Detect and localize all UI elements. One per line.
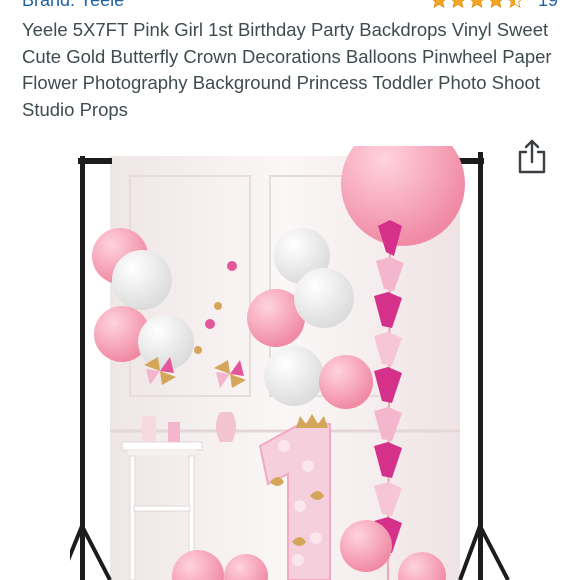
backdrop-photo xyxy=(70,146,510,580)
product-title: Yeele 5X7FT Pink Girl 1st Birthday Party… xyxy=(22,19,552,120)
brand-link[interactable]: Brand: Yeele xyxy=(22,0,124,11)
share-icon[interactable] xyxy=(516,138,548,174)
star-half-icon xyxy=(508,0,522,9)
star-full-icon xyxy=(470,0,484,9)
star-full-icon xyxy=(451,0,465,9)
star-full-icon xyxy=(489,0,503,9)
product-image[interactable] xyxy=(70,146,510,580)
star-rating[interactable] xyxy=(430,0,524,9)
rating-count[interactable]: 19 xyxy=(538,0,558,11)
star-full-icon xyxy=(432,0,446,9)
